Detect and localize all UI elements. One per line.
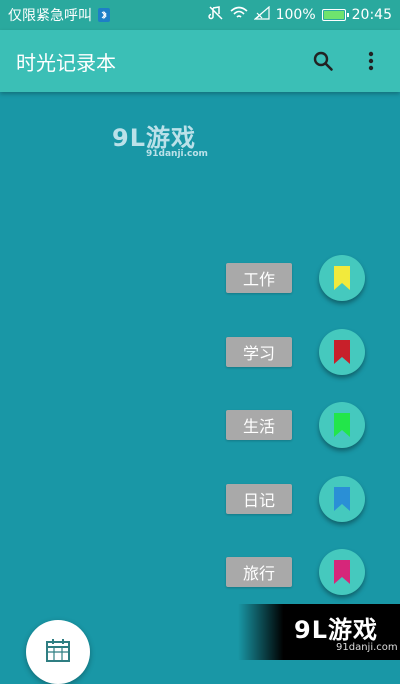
category-item: 生活	[0, 400, 400, 450]
status-time: 20:45	[351, 7, 392, 23]
status-right: 100% 20:45	[207, 5, 392, 25]
category-label-button[interactable]: 学习	[226, 336, 292, 367]
category-fab-button[interactable]	[319, 402, 365, 448]
watermark-top-url: 91danji.com	[146, 149, 208, 159]
calendar-button[interactable]	[26, 620, 90, 684]
bookmark-icon	[334, 339, 350, 364]
calendar-icon	[46, 639, 70, 662]
bookmark-icon	[334, 486, 350, 511]
wifi-icon	[230, 6, 248, 24]
status-left: 仅限紧急呼叫	[8, 5, 110, 25]
page-title: 时光记录本	[16, 50, 116, 75]
no-signal-icon	[252, 5, 270, 24]
search-icon[interactable]	[310, 48, 336, 74]
category-label-button[interactable]: 生活	[226, 410, 292, 440]
app-bar-actions	[310, 48, 384, 74]
bookmark-icon	[334, 413, 350, 437]
watermark-logo-bottom: 9L游戏 91danji.com	[238, 604, 400, 660]
category-label-button[interactable]: 工作	[226, 263, 292, 293]
category-label-button[interactable]: 日记	[226, 483, 292, 514]
category-label-button[interactable]: 旅行	[226, 557, 292, 587]
category-item: 旅行	[0, 547, 400, 597]
watermark-bottom-url: 91danji.com	[336, 642, 398, 653]
category-item: 工作	[0, 253, 400, 303]
category-fab-button[interactable]	[319, 549, 365, 595]
bookmark-icon	[334, 560, 350, 584]
mute-icon	[207, 5, 224, 25]
battery-fill	[323, 11, 344, 19]
battery-charging-icon	[321, 9, 349, 21]
battery-percent: 100%	[275, 7, 316, 23]
watermark-bottom-text: 9L游戏	[294, 616, 378, 644]
bluetooth-icon	[98, 8, 110, 22]
more-vert-icon[interactable]	[358, 48, 384, 74]
category-item: 学习	[0, 327, 400, 377]
status-bar: 仅限紧急呼叫 100% 20:45	[0, 0, 400, 30]
category-item: 日记	[0, 474, 400, 524]
category-fab-button[interactable]	[319, 475, 365, 522]
watermark-top-text: 9L游戏	[112, 124, 196, 152]
bookmark-icon	[334, 266, 350, 290]
category-fab-button[interactable]	[319, 255, 365, 301]
app-bar: 时光记录本	[0, 30, 400, 92]
category-fab-button[interactable]	[319, 328, 365, 375]
watermark-logo-top: 9L游戏 91danji.com	[112, 118, 208, 159]
carrier-text: 仅限紧急呼叫	[8, 8, 92, 24]
